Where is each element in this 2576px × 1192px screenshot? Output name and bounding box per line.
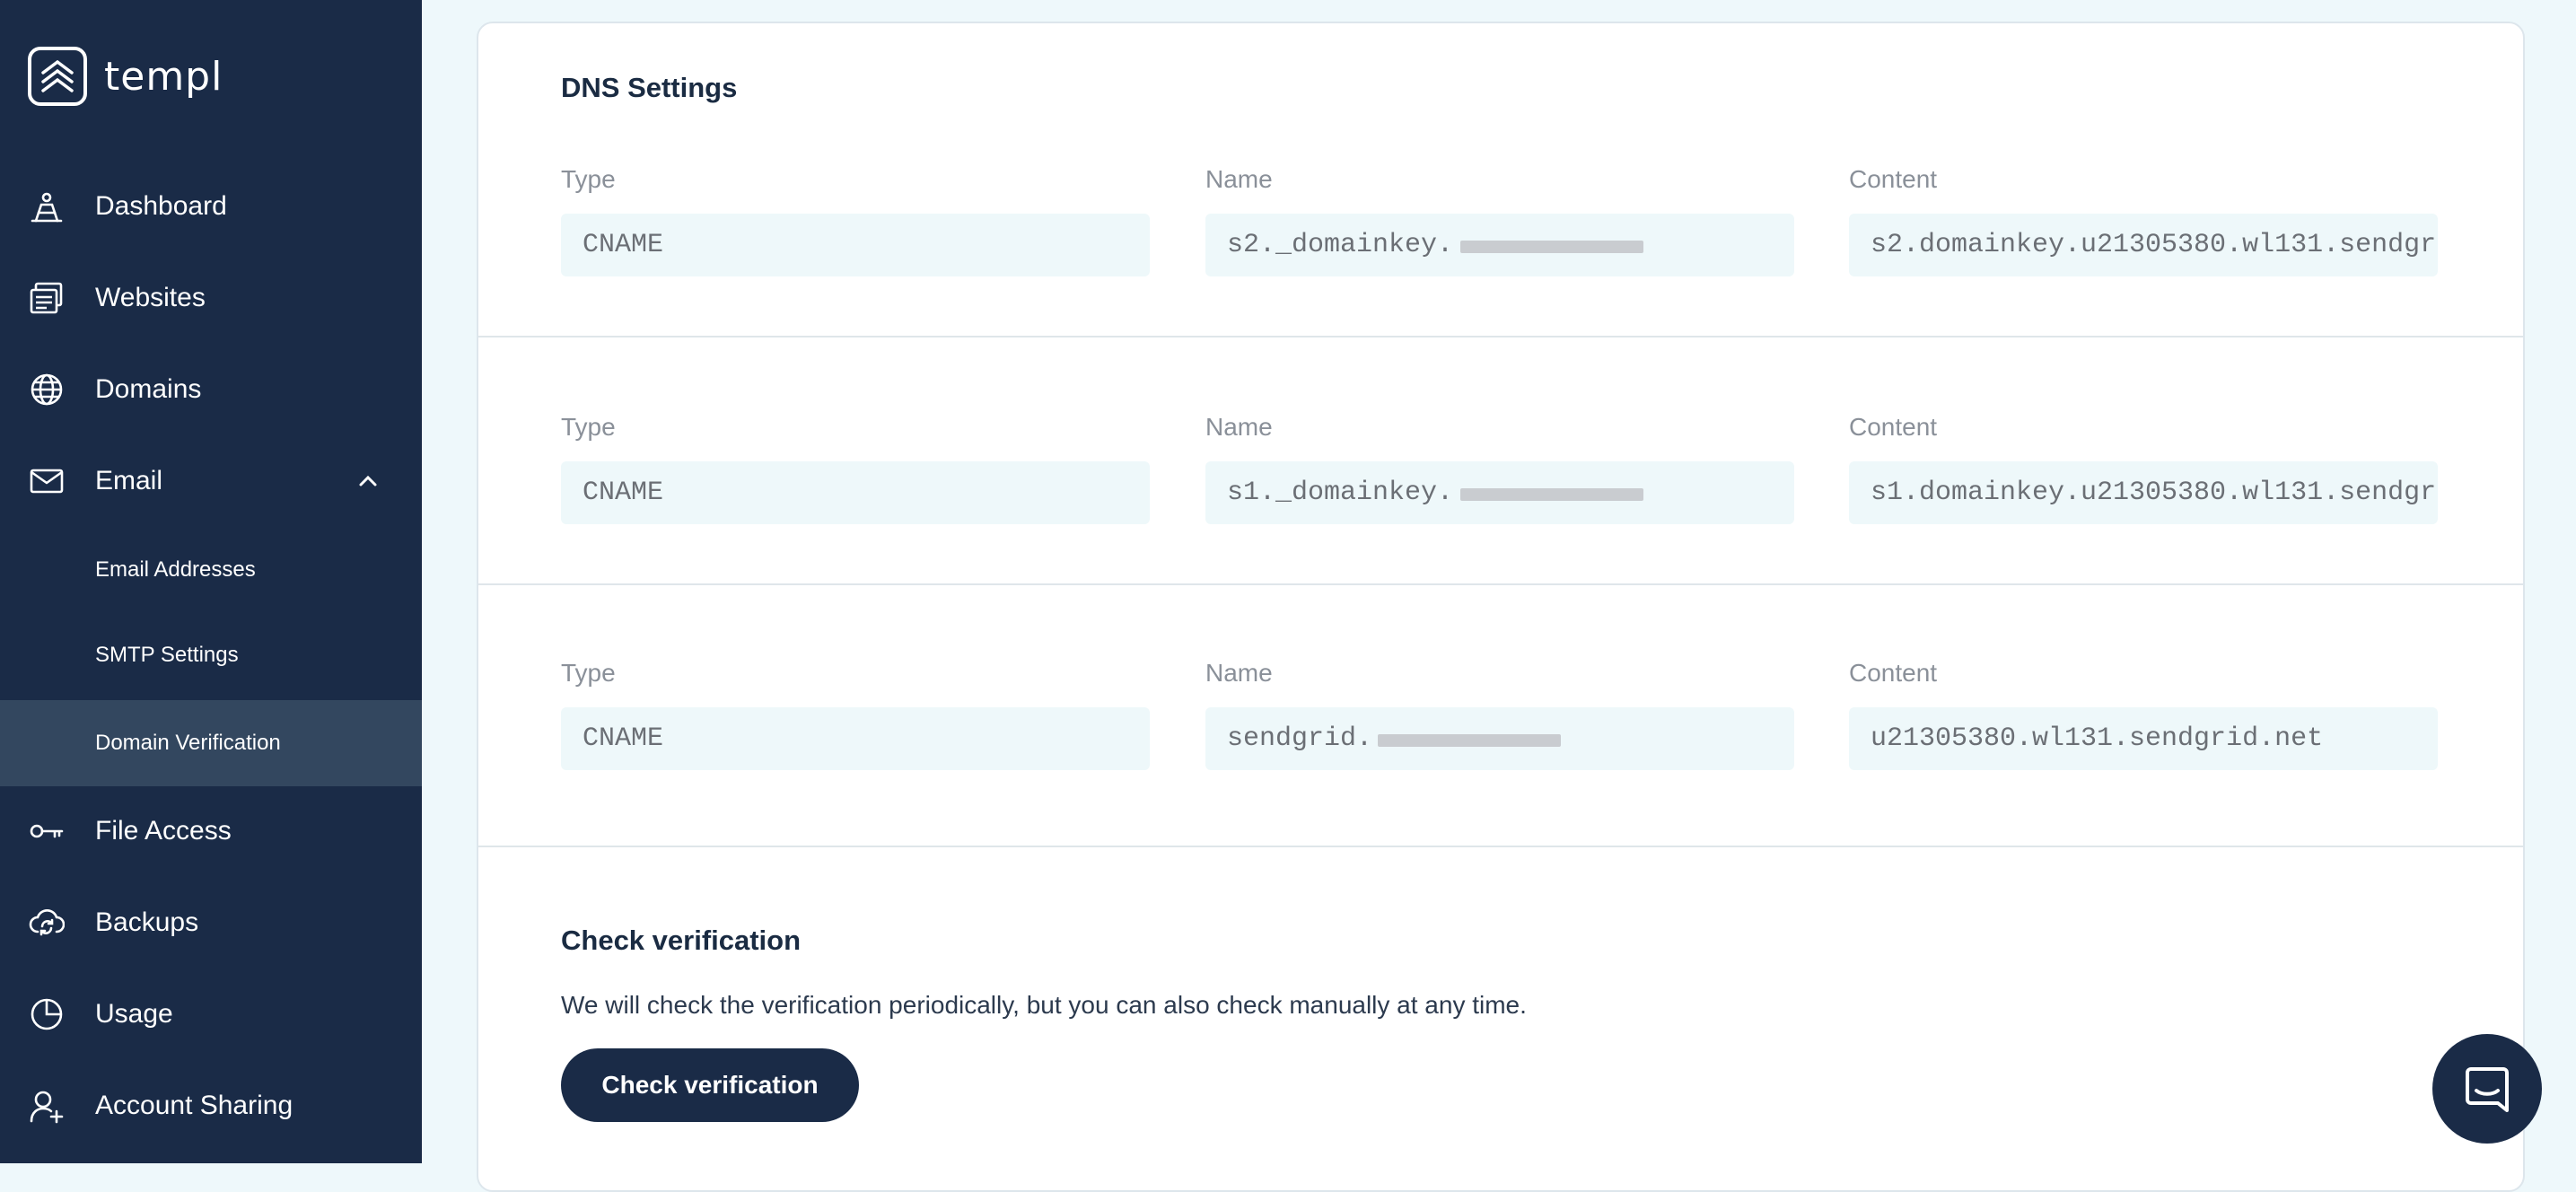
sidebar-item-websites[interactable]: Websites (0, 262, 422, 334)
sidebar-item-label: Account Sharing (95, 1091, 294, 1120)
sidebar-item-label: Websites (95, 283, 206, 312)
sidebar-item-label: SMTP Settings (95, 643, 239, 667)
dns-settings-title: DNS Settings (561, 72, 738, 103)
content-field[interactable]: s2.domainkey.u21305380.wl131.sendgrid.ne… (1849, 214, 2438, 276)
type-field[interactable]: CNAME (561, 461, 1150, 524)
dashboard-icon (27, 187, 66, 226)
sidebar-item-file-access[interactable]: File Access (0, 795, 422, 867)
sidebar-item-dashboard[interactable]: Dashboard (0, 171, 422, 242)
sidebar-item-label: Usage (95, 999, 173, 1029)
sidebar: templ Dashboard Websites Domains Email E… (0, 0, 422, 1163)
type-value: CNAME (583, 723, 664, 754)
type-field[interactable]: CNAME (561, 214, 1150, 276)
name-field[interactable]: s2._domainkey. (1205, 214, 1794, 276)
type-label: Type (561, 165, 616, 193)
name-label: Name (1205, 165, 1273, 193)
sidebar-item-domains[interactable]: Domains (0, 354, 422, 425)
user-add-icon (27, 1086, 66, 1126)
type-label: Type (561, 413, 616, 441)
content-label: Content (1849, 413, 1938, 441)
sidebar-item-account-sharing[interactable]: Account Sharing (0, 1070, 422, 1142)
content-value: s2.domainkey.u21305380.wl131.sendgrid.ne… (1871, 230, 2438, 260)
sidebar-item-label: Email (95, 466, 163, 495)
type-field[interactable]: CNAME (561, 707, 1150, 770)
content-value: u21305380.wl131.sendgrid.net (1871, 723, 2324, 754)
content-label: Content (1849, 659, 1938, 687)
chat-icon (2466, 1067, 2509, 1112)
name-label: Name (1205, 659, 1273, 687)
globe-icon (27, 370, 66, 409)
sidebar-item-backups[interactable]: Backups (0, 887, 422, 959)
templ-logo-icon (28, 47, 87, 106)
content-field[interactable]: u21305380.wl131.sendgrid.net (1849, 707, 2438, 770)
sidebar-item-label: Email Addresses (95, 557, 256, 582)
sidebar-item-smtp-settings[interactable]: SMTP Settings (0, 619, 422, 691)
cloud-sync-icon (27, 903, 66, 942)
name-label: Name (1205, 413, 1273, 441)
sidebar-item-email[interactable]: Email (0, 445, 422, 517)
type-value: CNAME (583, 230, 664, 260)
redacted-text (1460, 241, 1643, 253)
name-value: sendgrid. (1227, 723, 1373, 754)
content-label: Content (1849, 165, 1938, 193)
divider (478, 583, 2523, 585)
check-verification-title: Check verification (561, 925, 802, 956)
sidebar-item-email-addresses[interactable]: Email Addresses (0, 534, 422, 606)
websites-icon (27, 278, 66, 318)
pie-chart-icon (27, 995, 66, 1034)
type-label: Type (561, 659, 616, 687)
content-field[interactable]: s1.domainkey.u21305380.wl131.sendgrid.ne… (1849, 461, 2438, 524)
sidebar-item-label: File Access (95, 816, 232, 846)
key-icon (27, 811, 66, 851)
check-verification-button[interactable]: Check verification (561, 1048, 859, 1122)
name-value: s1._domainkey. (1227, 478, 1454, 508)
sidebar-item-label: Domains (95, 374, 202, 404)
redacted-text (1378, 734, 1561, 747)
logo[interactable]: templ (27, 45, 223, 108)
chevron-up-icon[interactable] (355, 469, 381, 494)
sidebar-item-label: Backups (95, 907, 199, 937)
divider (478, 846, 2523, 847)
app-name: templ (104, 53, 223, 100)
sidebar-item-label: Dashboard (95, 191, 227, 221)
sidebar-item-domain-verification[interactable]: Domain Verification (0, 700, 422, 786)
dns-settings-card: DNS Settings Type Name Content CNAME s2.… (477, 22, 2525, 1192)
verification-description: We will check the verification periodica… (561, 991, 1527, 1019)
name-field[interactable]: s1._domainkey. (1205, 461, 1794, 524)
type-value: CNAME (583, 478, 664, 508)
divider (478, 336, 2523, 337)
sidebar-item-label: Domain Verification (95, 731, 281, 755)
mail-icon (27, 461, 66, 501)
sidebar-item-usage[interactable]: Usage (0, 978, 422, 1050)
redacted-text (1460, 488, 1643, 501)
name-field[interactable]: sendgrid. (1205, 707, 1794, 770)
chat-launcher-button[interactable] (2432, 1034, 2542, 1144)
name-value: s2._domainkey. (1227, 230, 1454, 260)
content-value: s1.domainkey.u21305380.wl131.sendgrid.ne… (1871, 478, 2438, 508)
